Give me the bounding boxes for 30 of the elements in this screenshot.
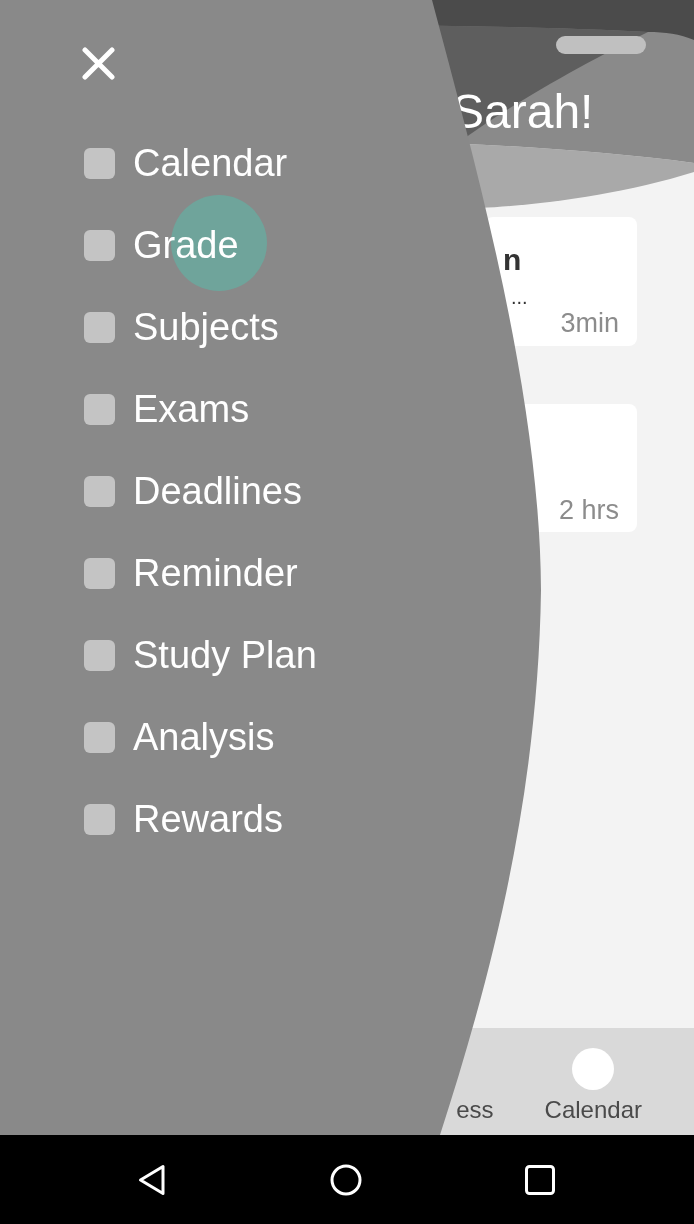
menu-item[interactable]: Deadlines: [84, 469, 302, 513]
recents-icon[interactable]: [525, 1164, 555, 1195]
checkbox[interactable]: [84, 311, 115, 343]
menu-item[interactable]: Exams: [84, 387, 250, 431]
card-time: 3min: [560, 308, 619, 338]
checkbox[interactable]: [84, 639, 115, 671]
card-title: n: [503, 245, 522, 275]
circle-icon: [572, 1048, 615, 1090]
checkbox[interactable]: [84, 803, 115, 835]
checkbox[interactable]: [84, 147, 115, 179]
checkbox[interactable]: [84, 475, 115, 507]
nav-tab[interactable]: ess: [456, 1096, 494, 1124]
home-icon[interactable]: [330, 1163, 362, 1196]
checkbox[interactable]: [84, 721, 115, 753]
close-icon[interactable]: [82, 47, 115, 80]
menu-item[interactable]: Calendar: [84, 141, 288, 185]
menu-item[interactable]: Analysis: [84, 715, 275, 759]
card-time: 2 hrs: [558, 495, 619, 525]
menu-item[interactable]: Reminder: [84, 551, 298, 595]
menu-item[interactable]: Rewards: [84, 797, 283, 841]
checkbox[interactable]: [84, 393, 115, 425]
menu-item[interactable]: Subjects: [84, 305, 279, 349]
card-subtitle: ...: [511, 287, 528, 307]
back-icon[interactable]: [138, 1163, 166, 1196]
nav-tab[interactable]: Calendar: [544, 1048, 642, 1124]
pill-icon: [556, 36, 646, 54]
menu-item[interactable]: Study Plan: [84, 633, 317, 677]
menu-item[interactable]: Grade: [84, 223, 239, 267]
checkbox[interactable]: [84, 557, 115, 589]
checkbox[interactable]: [84, 229, 115, 261]
